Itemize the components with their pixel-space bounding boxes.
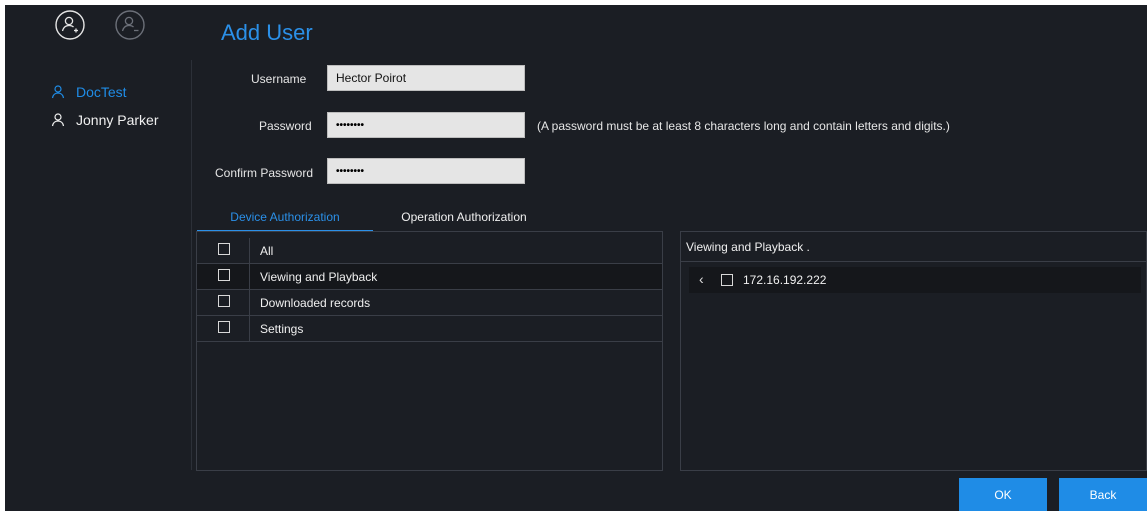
page-title: Add User [221,20,313,45]
tab-label: Device Authorization [230,209,340,224]
checkbox-cell [197,316,250,341]
chevron-left-icon[interactable]: ‹ [699,271,704,287]
username-field[interactable]: Hector Poirot [327,65,525,91]
password-field[interactable]: •••••••• [327,112,525,138]
checkbox-cell [197,238,250,263]
permission-label: Settings [260,322,304,336]
remove-user-button[interactable] [113,8,147,42]
permission-checkbox[interactable] [218,295,230,307]
device-panel-header: Viewing and Playback . [686,240,810,254]
user-add-icon [55,10,85,40]
button-label: OK [994,487,1012,502]
authorization-tabs: Device Authorization Operation Authoriza… [197,203,553,232]
permission-row-viewing-playback[interactable]: Viewing and Playback [197,264,662,290]
button-label: Back [1089,487,1117,502]
app-window: DocTest Jonny Parker Add User Username H… [5,5,1147,511]
add-user-button[interactable] [53,8,87,42]
checkbox-cell [197,264,250,289]
password-label: Password [259,119,312,133]
confirm-password-label: Confirm Password [215,166,314,180]
confirm-password-value: •••••••• [336,165,365,177]
password-hint: (A password must be at least 8 character… [537,119,950,133]
permission-checkbox[interactable] [218,321,230,333]
user-item-jonny-parker[interactable]: Jonny Parker [51,109,158,131]
device-panel: Viewing and Playback . ‹ 172.16.192.222 [680,231,1147,471]
divider [681,261,1146,262]
username-label: Username [251,72,307,86]
permission-row-settings[interactable]: Settings [197,316,662,342]
permission-label: All [260,244,274,258]
device-row[interactable]: ‹ 172.16.192.222 [689,267,1141,293]
permission-label: Downloaded records [260,296,371,310]
user-name: DocTest [76,84,127,100]
sidebar-divider [191,60,192,470]
checkbox-cell [197,290,250,315]
permission-label: Viewing and Playback [260,270,378,284]
user-sidebar: DocTest Jonny Parker [5,5,191,511]
device-ip: 172.16.192.222 [743,273,827,287]
back-button[interactable]: Back [1059,478,1147,511]
password-value: •••••••• [336,119,365,131]
user-icon [51,85,65,99]
confirm-password-field[interactable]: •••••••• [327,158,525,184]
user-icon [51,113,65,127]
ok-button[interactable]: OK [959,478,1047,511]
username-value: Hector Poirot [336,71,407,85]
tab-label: Operation Authorization [401,209,527,224]
permission-row-downloaded-records[interactable]: Downloaded records [197,290,662,316]
permission-checkbox[interactable] [218,243,230,255]
tab-device-authorization[interactable]: Device Authorization [197,203,373,232]
user-item-doctest[interactable]: DocTest [51,81,127,103]
permission-row-all[interactable]: All [197,238,662,264]
user-remove-icon [115,10,145,40]
user-name: Jonny Parker [76,112,159,128]
tab-operation-authorization[interactable]: Operation Authorization [375,203,553,230]
device-checkbox[interactable] [721,274,733,286]
permission-list: All Viewing and Playback Downloaded reco… [196,231,663,471]
permission-checkbox[interactable] [218,269,230,281]
